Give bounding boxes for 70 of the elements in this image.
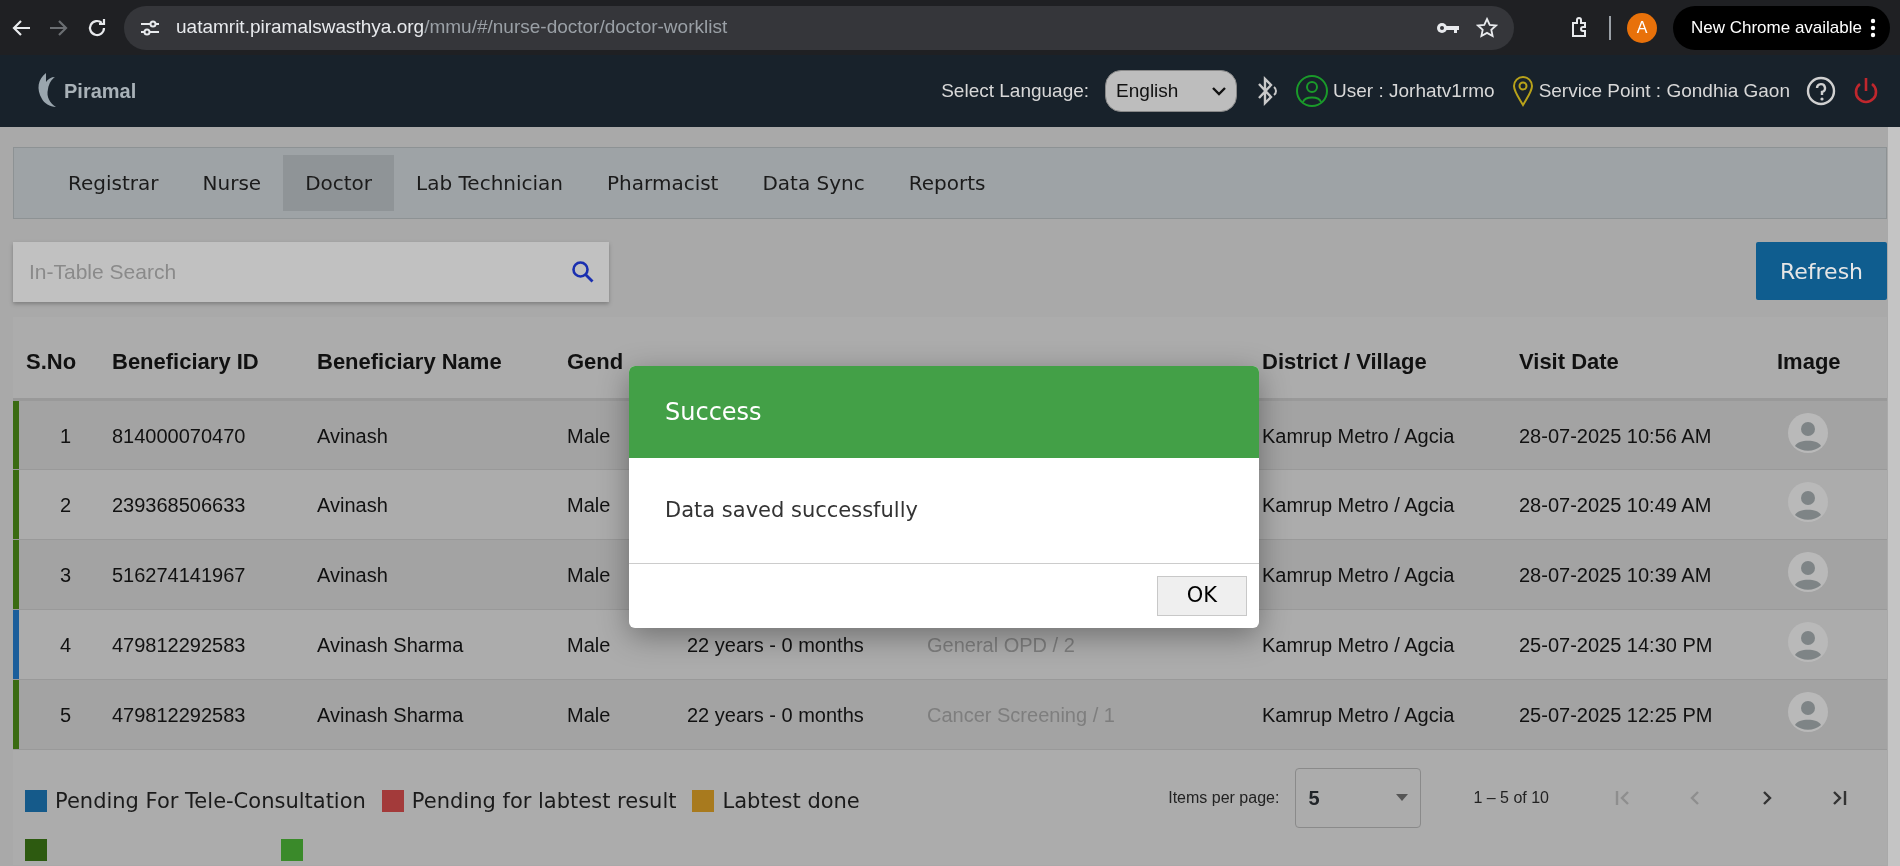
power-icon[interactable] (1852, 76, 1880, 106)
legend-label: Pending For Tele-Consultation (55, 787, 366, 815)
dialog-message: Data saved successfully (665, 496, 918, 524)
kebab-menu-icon[interactable] (1870, 17, 1876, 38)
site-settings-icon[interactable] (140, 18, 160, 37)
user-icon (1295, 74, 1330, 108)
nav-tab[interactable]: Registrar (46, 155, 181, 211)
logo-text: Piramal (64, 79, 137, 104)
help-icon[interactable] (1806, 76, 1836, 106)
ok-button[interactable]: OK (1157, 575, 1247, 616)
table-cell: 25-07-2025 12:25 PM (1519, 703, 1713, 726)
location-pin-icon (1510, 75, 1535, 107)
table-cell: Male (567, 563, 611, 586)
table-cell: 28-07-2025 10:39 AM (1519, 563, 1712, 586)
table-cell: Kamrup Metro / Agcia (1262, 493, 1455, 516)
page-range: 1 – 5 of 10 (1473, 787, 1549, 808)
page-size-select[interactable]: 5 (1295, 767, 1422, 828)
table-cell: 239368506633 (112, 493, 246, 516)
language-select[interactable]: English (1105, 70, 1238, 112)
table-cell: 28-07-2025 10:49 AM (1519, 493, 1712, 516)
nav-tab[interactable]: Doctor (283, 155, 395, 211)
table-cell: 814000070470 (112, 424, 246, 447)
table-cell: 479812292583 (112, 703, 246, 726)
update-button[interactable]: New Chrome available (1672, 5, 1890, 50)
table-cell: 5 (59, 703, 72, 726)
nav-tab[interactable]: Data Sync (740, 155, 887, 211)
table-cell: Kamrup Metro / Agcia (1262, 633, 1455, 656)
table-cell: 479812292583 (112, 633, 246, 656)
table-cell: Avinash (317, 493, 388, 516)
table-cell: Avinash (317, 424, 388, 447)
key-icon[interactable] (1436, 20, 1460, 35)
table-cell: 2 (59, 493, 72, 516)
user-name: User : Jorhatv1rmo (1333, 78, 1495, 103)
service-point: Service Point : Gondhia Gaon (1538, 78, 1790, 103)
nav-tab[interactable]: Nurse (180, 155, 284, 211)
star-icon[interactable] (1476, 16, 1498, 39)
table-cell: Male (567, 493, 611, 516)
table-cell: Avinash Sharma (317, 633, 464, 656)
search-icon[interactable] (571, 260, 595, 284)
url-text: uatamrit.piramalswasthya.org/mmu/#/nurse-doctor/doctor-worklist (176, 15, 729, 40)
legend-label: Labtest done (722, 787, 860, 815)
table-cell: Kamrup Metro / Agcia (1262, 563, 1455, 586)
table-cell: 3 (59, 563, 72, 586)
refresh-button[interactable]: Refresh (1756, 242, 1887, 300)
nav-tab[interactable]: Reports (886, 155, 1008, 211)
table-cell: Male (567, 703, 611, 726)
table-cell: Avinash (317, 563, 388, 586)
scrollbar[interactable] (1888, 127, 1900, 866)
nav-tab[interactable]: Pharmacist (585, 155, 741, 211)
table-cell: Kamrup Metro / Agcia (1262, 424, 1455, 447)
reload-icon[interactable] (86, 16, 108, 39)
caret-down-icon (1396, 794, 1409, 801)
items-per-page-label: Items per page: (1168, 787, 1280, 808)
table-cell: 516274141967 (112, 563, 246, 586)
address-bar[interactable]: uatamrit.piramalswasthya.org/mmu/#/nurse-doctor/doctor-worklist (124, 5, 1514, 50)
table-cell: 28-07-2025 10:56 AM (1519, 424, 1712, 447)
table-cell: 1 (59, 424, 72, 447)
table-cell: 4 (59, 633, 72, 656)
dialog-title: Success (665, 397, 762, 428)
table-cell: Kamrup Metro / Agcia (1262, 703, 1455, 726)
nav-tab[interactable]: Lab Technician (394, 155, 586, 211)
legend-label: Pending for labtest result (411, 787, 677, 815)
table-cell: Avinash Sharma (317, 703, 464, 726)
table-cell: 25-07-2025 14:30 PM (1519, 633, 1713, 656)
table-cell: 22 years - 0 months (687, 703, 864, 726)
language-label: Select Language: (941, 78, 1090, 103)
chevron-down-icon (1212, 86, 1227, 96)
table-cell: 22 years - 0 months (687, 633, 864, 656)
table-cell: Male (567, 424, 611, 447)
table-cell: Male (567, 633, 611, 656)
